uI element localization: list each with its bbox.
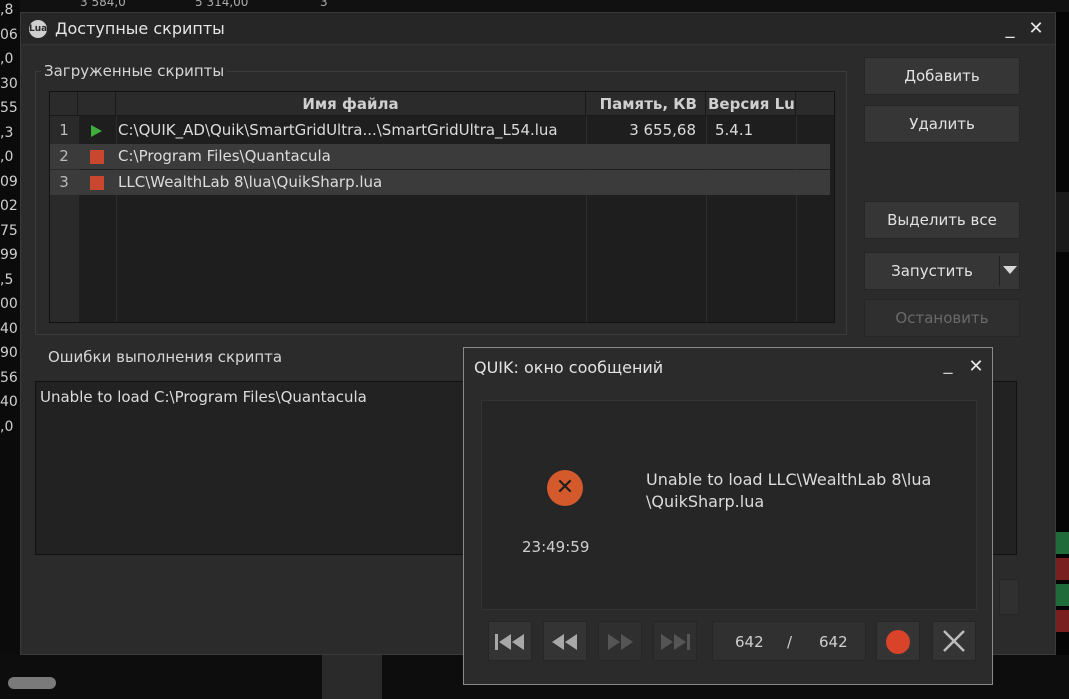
- dialog-message: Unable to load LLC\WealthLab 8\lua \Quik…: [646, 469, 931, 513]
- header-empty: [796, 92, 834, 116]
- add-button[interactable]: Добавить: [864, 57, 1020, 95]
- row-memory: [586, 170, 696, 195]
- header-memory[interactable]: Память, КВ: [586, 92, 706, 116]
- skip-first-icon: [495, 634, 524, 650]
- bg-left-number: 40: [0, 320, 18, 337]
- row-number: 3: [59, 173, 69, 191]
- hidden-button-edge: [999, 579, 1019, 615]
- chevron-down-icon: [1003, 266, 1017, 274]
- row-version: [715, 170, 795, 195]
- bg-left-number: 09: [0, 173, 18, 190]
- next-message-button[interactable]: [598, 621, 642, 661]
- first-message-button[interactable]: [488, 621, 532, 661]
- message-dialog: QUIK: окно сообщений _ ✕ ✕ Unable to loa…: [463, 347, 993, 685]
- bg-left-number: ,0: [0, 149, 14, 165]
- minimize-button[interactable]: _: [999, 17, 1021, 41]
- dialog-message-area: ✕ Unable to load LLC\WealthLab 8\lua \Qu…: [481, 400, 977, 610]
- bg-left-number: 90: [0, 345, 18, 361]
- header-version[interactable]: Версия Lua: [706, 92, 796, 116]
- play-icon: [91, 125, 102, 137]
- dialog-message-line-1: Unable to load LLC\WealthLab 8\lua: [646, 470, 932, 489]
- bg-top-value-2: 5 314,00: [195, 0, 249, 9]
- stop-button[interactable]: Остановить: [864, 299, 1020, 337]
- error-icon: ✕: [547, 470, 583, 506]
- bg-left-number: ,5: [0, 271, 14, 288]
- table-row[interactable]: 2 C:\Program Files\Quantacula: [50, 144, 830, 169]
- row-version: [715, 144, 795, 169]
- counter-current: 642: [735, 633, 764, 651]
- background-right-strip: [1056, 12, 1069, 699]
- row-number: 1: [59, 121, 69, 139]
- loaded-scripts-label: Загруженные скрипты: [41, 62, 228, 80]
- message-time: 23:49:59: [522, 538, 590, 556]
- lua-icon: Lua: [29, 20, 47, 38]
- counter-separator: /: [787, 633, 793, 651]
- previous-message-button[interactable]: [543, 621, 587, 661]
- bg-left-number: 99: [0, 247, 18, 263]
- window-title: Доступные скрипты: [55, 19, 225, 38]
- close-button[interactable]: ✕: [1025, 17, 1047, 41]
- clear-messages-button[interactable]: [932, 621, 976, 661]
- bg-top-value-3: 3: [320, 0, 328, 9]
- dialog-minimize-button[interactable]: _: [938, 354, 958, 380]
- last-message-button[interactable]: [653, 621, 697, 661]
- window-titlebar[interactable]: Lua Доступные скрипты _ ✕: [21, 13, 1055, 45]
- background-top-strip: 3 584,0 5 314,00 3: [20, 0, 1069, 12]
- run-dropdown-button[interactable]: [1001, 253, 1019, 289]
- bg-left-number: 56: [0, 369, 18, 386]
- scroll-thumb[interactable]: [8, 677, 56, 689]
- errors-text: Unable to load C:\Program Files\Quantacu…: [40, 388, 367, 406]
- row-filename: C:\QUIK_AD\Quik\SmartGridUltra...\SmartG…: [118, 121, 558, 139]
- close-icon: [943, 630, 965, 652]
- bg-left-number: 75: [0, 222, 18, 239]
- bg-left-number: 02: [0, 198, 18, 214]
- bg-left-number: 40: [0, 394, 18, 410]
- remove-button[interactable]: Удалить: [864, 105, 1020, 143]
- record-icon: [886, 630, 910, 654]
- dialog-close-button[interactable]: ✕: [964, 356, 988, 380]
- skip-last-icon: [661, 634, 690, 650]
- row-number: 2: [59, 147, 69, 165]
- row-filename: LLC\WealthLab 8\lua\QuikSharp.lua: [118, 173, 383, 191]
- select-all-button[interactable]: Выделить все: [864, 201, 1020, 239]
- counter-total: 642: [819, 633, 848, 651]
- header-status: [78, 92, 116, 116]
- dialog-title: QUIK: окно сообщений: [474, 358, 664, 377]
- message-counter: 642 / 642: [712, 621, 866, 661]
- bg-left-number: ,8: [0, 2, 14, 18]
- bg-top-value-1: 3 584,0: [80, 0, 126, 9]
- header-num: [50, 92, 78, 116]
- bg-left-number: 00: [0, 296, 18, 312]
- stop-icon: [90, 150, 104, 164]
- row-memory: 3 655,68: [629, 121, 696, 139]
- dialog-message-line-2: \QuikSharp.lua: [646, 492, 765, 511]
- background-left-column: ,8 06 ,0 30 55 ,3 ,0 09 02 75 99 ,5 00 40 90 56 40 ,0: [0, 0, 20, 699]
- table-row[interactable]: 3 LLC\WealthLab 8\lua\QuikSharp.lua: [50, 170, 830, 195]
- bg-left-number: 30: [0, 75, 18, 92]
- bg-left-number: ,0: [0, 51, 14, 67]
- fast-forward-icon: [608, 634, 633, 650]
- table-row[interactable]: 1 C:\QUIK_AD\Quik\SmartGridUltra...\Smar…: [50, 118, 830, 143]
- bg-left-number: ,0: [0, 418, 14, 435]
- stop-icon: [90, 176, 104, 190]
- scripts-table: Имя файла Память, КВ Версия Lua 1 C:\QUI…: [49, 91, 835, 323]
- bg-left-number: 06: [0, 26, 18, 43]
- row-version: 5.4.1: [715, 121, 754, 139]
- bg-left-number: 55: [0, 100, 18, 116]
- header-filename[interactable]: Имя файла: [116, 92, 586, 116]
- rewind-icon: [552, 634, 577, 650]
- bg-left-number: ,3: [0, 124, 14, 141]
- run-button[interactable]: Запустить: [865, 253, 999, 289]
- record-button[interactable]: [876, 621, 920, 661]
- row-memory: [586, 144, 696, 169]
- row-filename: C:\Program Files\Quantacula: [118, 147, 331, 165]
- run-split-button: Запустить: [864, 252, 1020, 290]
- errors-label: Ошибки выполнения скрипта: [48, 348, 283, 366]
